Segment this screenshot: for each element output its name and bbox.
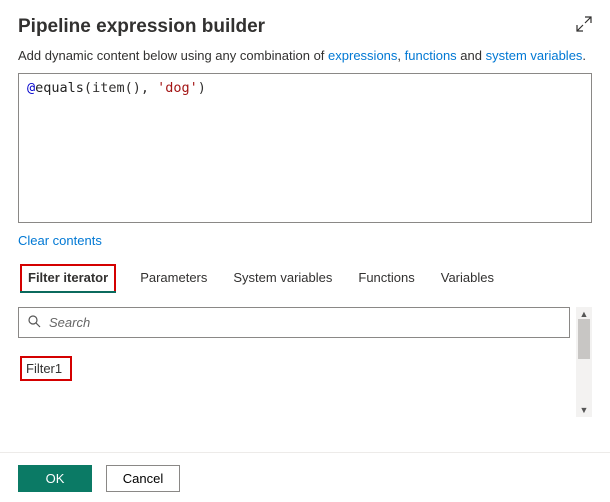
search-icon <box>28 315 41 331</box>
tab-system-variables[interactable]: System variables <box>231 264 334 293</box>
tab-functions[interactable]: Functions <box>356 264 416 293</box>
scroll-up-icon[interactable]: ▲ <box>580 309 589 319</box>
cancel-button[interactable]: Cancel <box>106 465 180 492</box>
scroll-track[interactable] <box>576 319 592 405</box>
content-panel: Filter1 ▲ ▼ <box>18 307 592 417</box>
search-input[interactable] <box>18 307 570 338</box>
subtitle: Add dynamic content below using any comb… <box>18 48 592 63</box>
footer: OK Cancel <box>0 452 610 492</box>
tab-variables[interactable]: Variables <box>439 264 496 293</box>
editor-at: @ <box>27 80 35 96</box>
editor-string: 'dog' <box>157 80 198 96</box>
editor-paren: ) <box>198 80 206 96</box>
expression-editor[interactable]: @equals(item(), 'dog') <box>18 73 592 223</box>
editor-fn: equals <box>35 80 84 96</box>
ok-button[interactable]: OK <box>18 465 92 492</box>
tab-parameters[interactable]: Parameters <box>138 264 209 293</box>
tab-filter-iterator[interactable]: Filter iterator <box>20 264 116 293</box>
subtitle-text: Add dynamic content below using any comb… <box>18 48 328 63</box>
scroll-down-icon[interactable]: ▼ <box>580 405 589 415</box>
editor-paren: ( <box>84 80 92 96</box>
subtitle-sep: and <box>457 48 486 63</box>
result-item-filter1[interactable]: Filter1 <box>20 356 72 381</box>
subtitle-suffix: . <box>582 48 586 63</box>
system-variables-link[interactable]: system variables <box>486 48 583 63</box>
clear-contents-link[interactable]: Clear contents <box>18 233 102 248</box>
expand-icon[interactable] <box>576 16 592 37</box>
functions-link[interactable]: functions <box>405 48 457 63</box>
tabs: Filter iterator Parameters System variab… <box>18 264 592 293</box>
page-title: Pipeline expression builder <box>18 16 265 38</box>
editor-item: item() <box>92 80 141 96</box>
subtitle-sep: , <box>397 48 404 63</box>
scroll-thumb[interactable] <box>578 319 590 359</box>
expressions-link[interactable]: expressions <box>328 48 397 63</box>
scrollbar[interactable]: ▲ ▼ <box>576 307 592 417</box>
editor-comma: , <box>141 80 157 96</box>
